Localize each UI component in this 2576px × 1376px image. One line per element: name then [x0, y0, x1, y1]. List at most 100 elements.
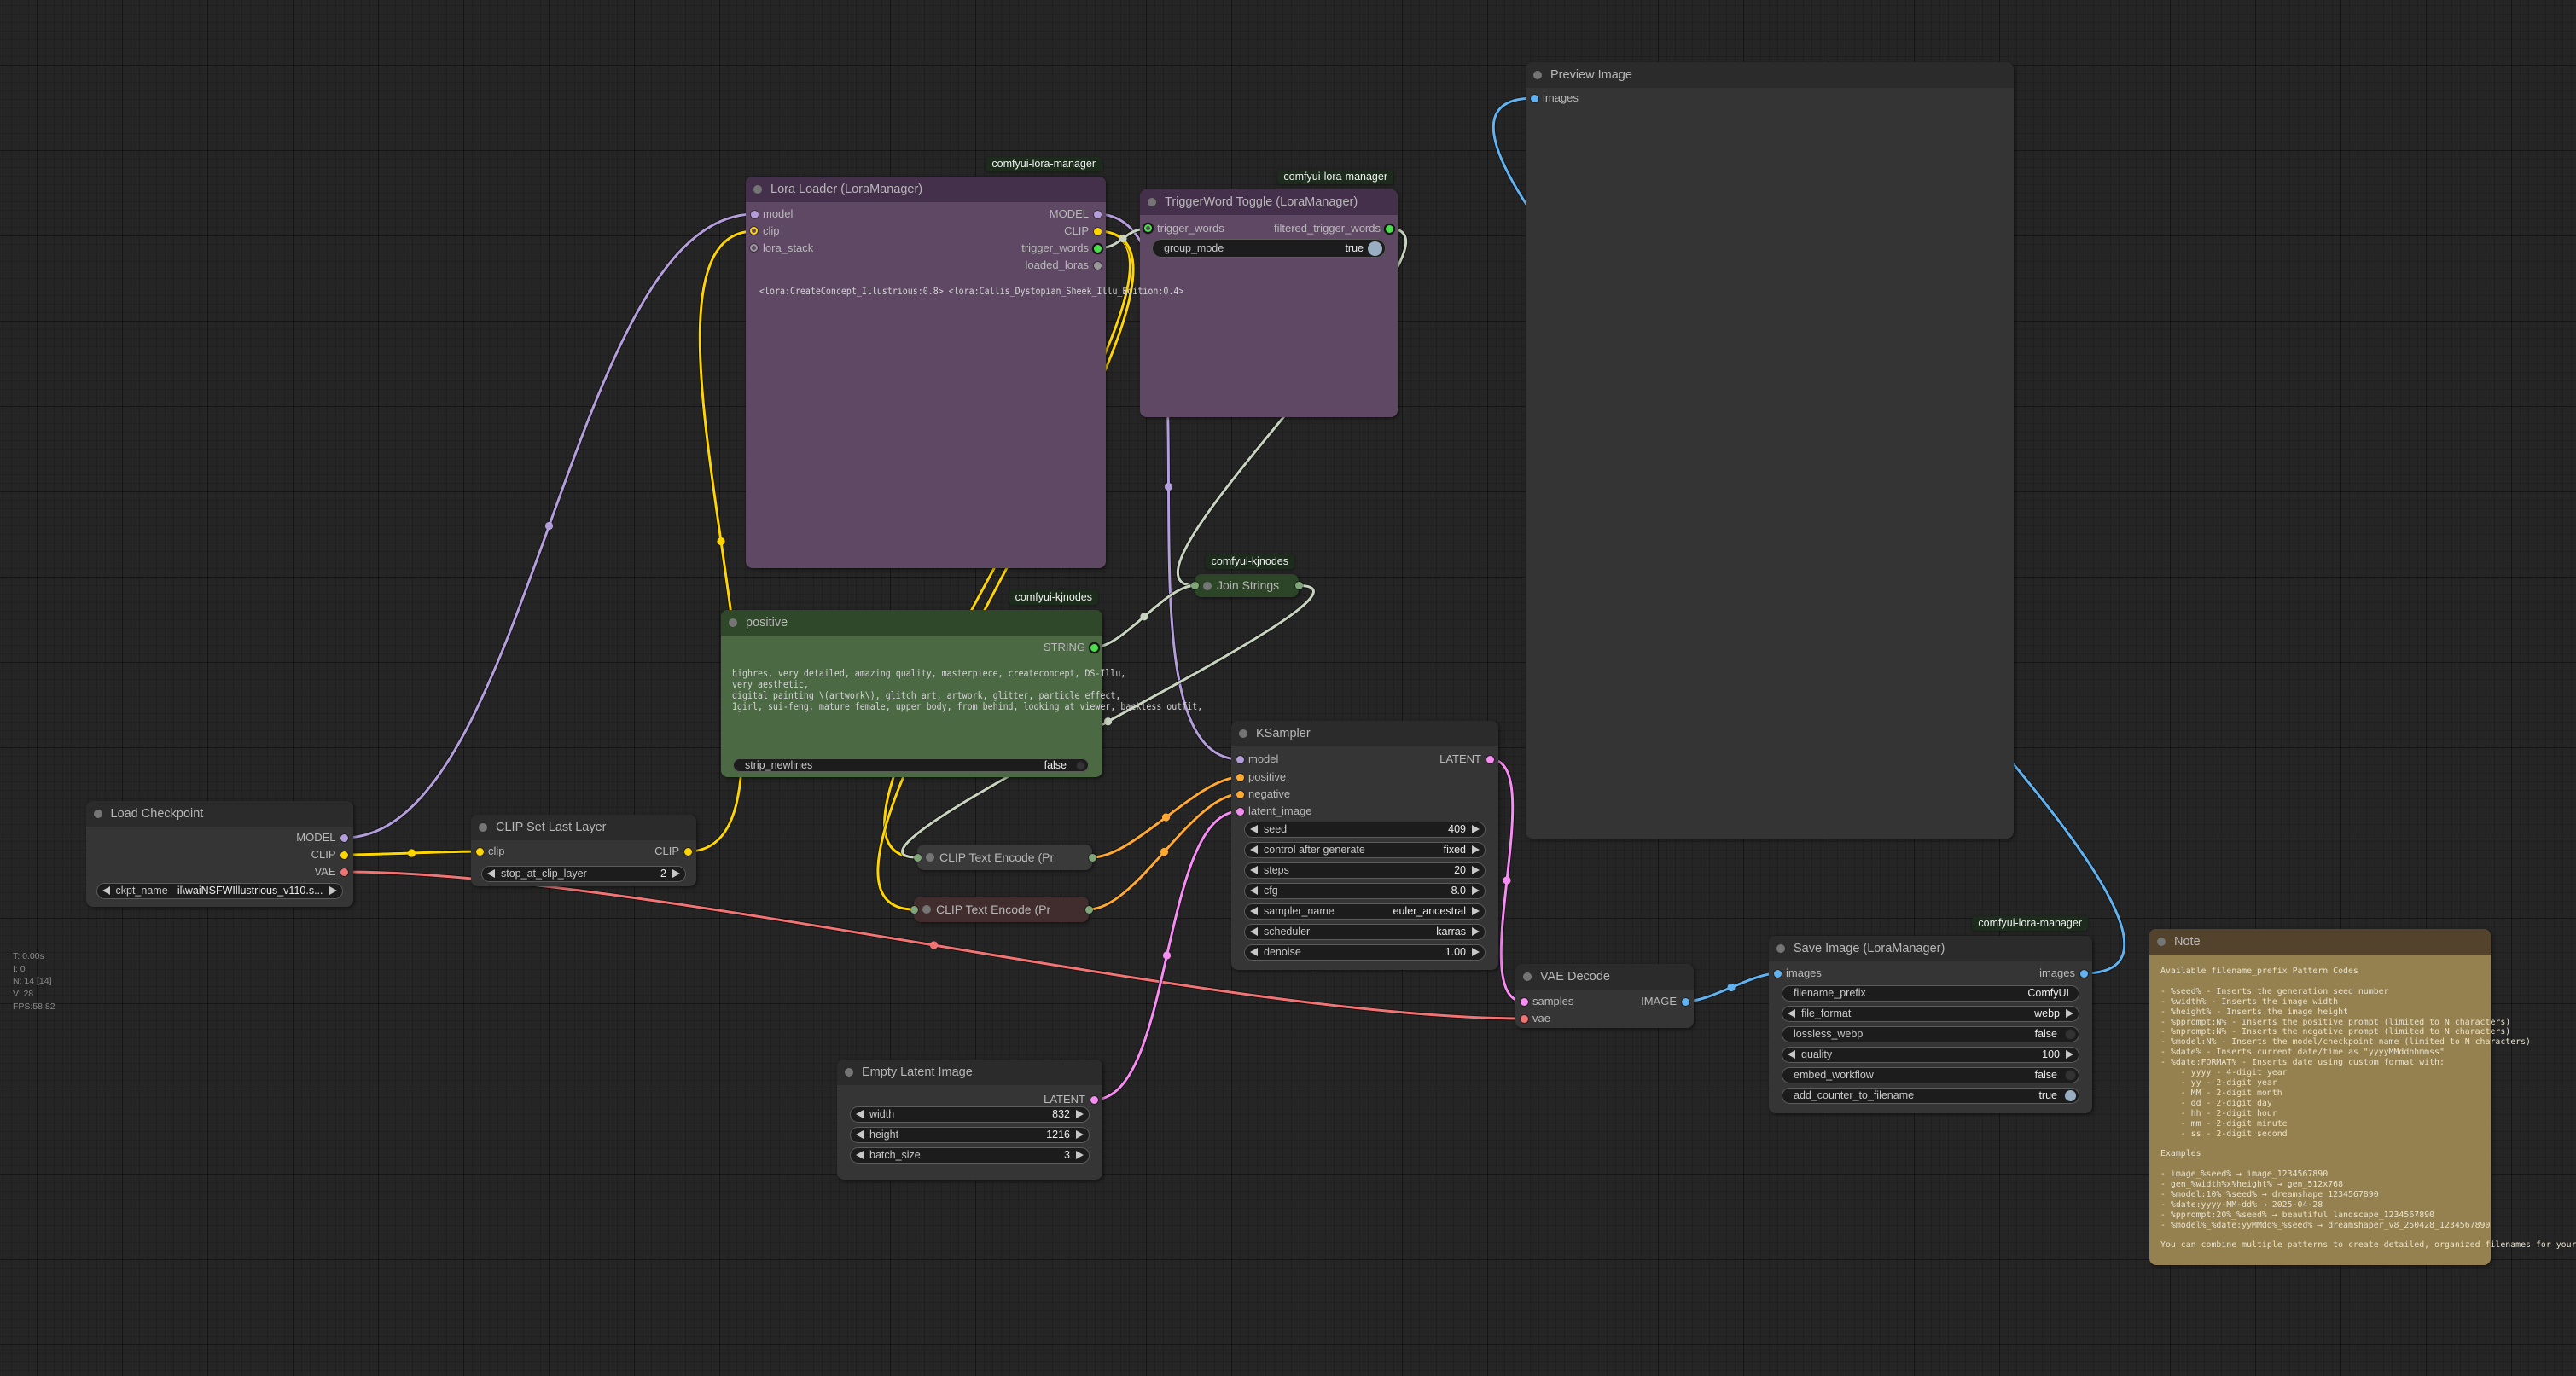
node-status-dot[interactable]: [845, 1068, 853, 1077]
node-status-dot[interactable]: [926, 853, 934, 862]
output-dot-MODEL[interactable]: [340, 834, 348, 842]
input-dot-negative[interactable]: [1236, 791, 1244, 798]
node-titlebar[interactable]: VAE Decode: [1515, 964, 1694, 990]
decrement-arrow-icon[interactable]: [856, 1110, 864, 1118]
comfyui-graph-canvas[interactable]: Load Checkpoint MODEL CLIP VAE ckpt_name…: [0, 0, 2576, 1376]
widget-group-mode[interactable]: group_mode true: [1152, 239, 1386, 258]
node-titlebar[interactable]: TriggerWord Toggle (LoraManager): [1140, 189, 1398, 215]
node-titlebar[interactable]: CLIP Set Last Layer: [471, 815, 696, 840]
toggle-knob[interactable]: [2065, 1029, 2076, 1040]
widget-ckpt-name[interactable]: ckpt_name il\waiNSFWIllustrious_v110.s..…: [96, 883, 343, 899]
increment-arrow-icon[interactable]: [1472, 907, 1480, 915]
node-status-dot[interactable]: [479, 823, 487, 832]
widget-value[interactable]: true: [1345, 239, 1364, 258]
widget-value[interactable]: 3: [1064, 1147, 1070, 1164]
widget-height[interactable]: height 1216: [850, 1127, 1090, 1143]
input-dot-clip[interactable]: [476, 848, 484, 856]
output-dot-filtered-trigger-words[interactable]: [1386, 225, 1393, 233]
increment-arrow-icon[interactable]: [329, 886, 337, 895]
node-clip-text-encode-2[interactable]: CLIP Text Encode (Pr: [914, 897, 1089, 922]
widget-sampler-name[interactable]: sampler_name euler_ancestral: [1244, 903, 1486, 920]
widget-value[interactable]: euler_ancestral: [1393, 903, 1466, 920]
toggle-knob[interactable]: [1368, 241, 1382, 256]
decrement-arrow-icon[interactable]: [1250, 825, 1258, 833]
widget-value[interactable]: karras: [1436, 924, 1466, 940]
output-dot-LATENT[interactable]: [1090, 1096, 1098, 1104]
input-dot-model[interactable]: [1236, 756, 1244, 763]
widget-value[interactable]: 1216: [1046, 1127, 1070, 1143]
node-status-dot[interactable]: [1523, 972, 1532, 981]
increment-arrow-icon[interactable]: [2066, 1050, 2073, 1059]
output-dot-IMAGE[interactable]: [1682, 998, 1689, 1006]
collapsed-input-dot-clip-text-encode-1[interactable]: [914, 854, 922, 862]
output-dot-CLIP[interactable]: [340, 851, 348, 859]
input-dot-images[interactable]: [1774, 970, 1782, 978]
decrement-arrow-icon[interactable]: [1250, 907, 1258, 915]
increment-arrow-icon[interactable]: [1076, 1151, 1084, 1159]
widget-value[interactable]: ComfyUI: [2027, 985, 2069, 1002]
increment-arrow-icon[interactable]: [1472, 886, 1480, 895]
node-load-checkpoint[interactable]: Load Checkpoint MODEL CLIP VAE ckpt_name…: [86, 801, 353, 907]
output-dot-images[interactable]: [2080, 970, 2088, 978]
decrement-arrow-icon[interactable]: [1788, 1009, 1795, 1018]
output-dot-MODEL[interactable]: [1094, 211, 1102, 218]
widget-value[interactable]: false: [2035, 1067, 2057, 1083]
widget-value[interactable]: true: [2038, 1088, 2057, 1104]
widget-embed-workflow[interactable]: embed_workflow false: [1782, 1067, 2079, 1083]
increment-arrow-icon[interactable]: [1076, 1130, 1084, 1139]
widget-value[interactable]: il\waiNSFWIllustrious_v110.s...: [177, 883, 323, 899]
widget-value[interactable]: fixed: [1444, 842, 1466, 858]
node-status-dot[interactable]: [2157, 938, 2166, 946]
node-status-dot[interactable]: [729, 618, 737, 627]
increment-arrow-icon[interactable]: [1472, 825, 1480, 833]
node-status-dot[interactable]: [1239, 729, 1247, 738]
node-text-lora-loader[interactable]: <lora:CreateConcept_Illustrious:0.8> <lo…: [759, 286, 1183, 297]
widget-lossless-webp[interactable]: lossless_webp false: [1782, 1026, 2079, 1042]
node-preview-image[interactable]: Preview Image images: [1526, 62, 2014, 839]
node-titlebar[interactable]: Save Image (LoraManager): [1769, 936, 2092, 961]
collapsed-input-dot-clip-text-encode-2[interactable]: [910, 906, 918, 914]
node-note[interactable]: Note Available filename_prefix Pattern C…: [2149, 929, 2491, 1265]
node-titlebar[interactable]: Preview Image: [1526, 62, 2014, 88]
widget-file-format[interactable]: file_format webp: [1782, 1006, 2079, 1022]
node-positive[interactable]: positive STRING strip_newlines false hig…: [721, 610, 1102, 777]
node-triggerword-toggle[interactable]: TriggerWord Toggle (LoraManager) trigger…: [1140, 189, 1398, 417]
widget-value[interactable]: 409: [1448, 822, 1466, 838]
increment-arrow-icon[interactable]: [1076, 1110, 1084, 1118]
output-dot-STRING[interactable]: [1090, 644, 1098, 652]
node-titlebar[interactable]: Lora Loader (LoraManager): [746, 177, 1106, 202]
node-vae-decode[interactable]: VAE Decode samples vae IMAGE: [1515, 964, 1694, 1028]
widget-value[interactable]: 100: [2042, 1047, 2060, 1063]
increment-arrow-icon[interactable]: [1472, 948, 1480, 956]
node-titlebar[interactable]: positive: [721, 610, 1102, 636]
toggle-knob[interactable]: [2065, 1090, 2076, 1101]
input-dot-model[interactable]: [751, 211, 759, 218]
output-dot-LATENT[interactable]: [1486, 756, 1494, 763]
widget-value[interactable]: -2: [657, 866, 666, 882]
toggle-knob[interactable]: [1076, 761, 1085, 770]
decrement-arrow-icon[interactable]: [1788, 1050, 1795, 1059]
output-dot-CLIP[interactable]: [1094, 228, 1102, 235]
input-dot-vae[interactable]: [1521, 1015, 1528, 1023]
widget-value[interactable]: 832: [1052, 1106, 1070, 1123]
collapsed-output-dot-join-strings[interactable]: [1295, 582, 1303, 589]
increment-arrow-icon[interactable]: [1472, 845, 1480, 854]
decrement-arrow-icon[interactable]: [1250, 948, 1258, 956]
widget-value[interactable]: webp: [2034, 1006, 2060, 1022]
node-empty-latent-image[interactable]: Empty Latent Image LATENT width 832 heig…: [837, 1060, 1102, 1180]
node-titlebar[interactable]: Empty Latent Image: [837, 1060, 1102, 1085]
widget-cfg[interactable]: cfg 8.0: [1244, 883, 1486, 899]
widget-steps[interactable]: steps 20: [1244, 862, 1486, 879]
widget-quality[interactable]: quality 100: [1782, 1047, 2079, 1063]
node-save-image[interactable]: Save Image (LoraManager) images images f…: [1769, 936, 2092, 1113]
widget-denoise[interactable]: denoise 1.00: [1244, 944, 1486, 961]
input-dot-clip[interactable]: [750, 227, 758, 235]
decrement-arrow-icon[interactable]: [1250, 866, 1258, 874]
node-status-dot[interactable]: [1203, 582, 1212, 590]
node-clip-text-encode-1[interactable]: CLIP Text Encode (Pr: [917, 845, 1092, 870]
widget-value[interactable]: 8.0: [1451, 883, 1466, 899]
widget-stop-at-clip-layer[interactable]: stop_at_clip_layer -2: [481, 866, 686, 882]
node-status-dot[interactable]: [922, 905, 931, 914]
node-titlebar[interactable]: Note: [2149, 929, 2491, 955]
widget-filename-prefix[interactable]: filename_prefix ComfyUI: [1782, 985, 2079, 1002]
